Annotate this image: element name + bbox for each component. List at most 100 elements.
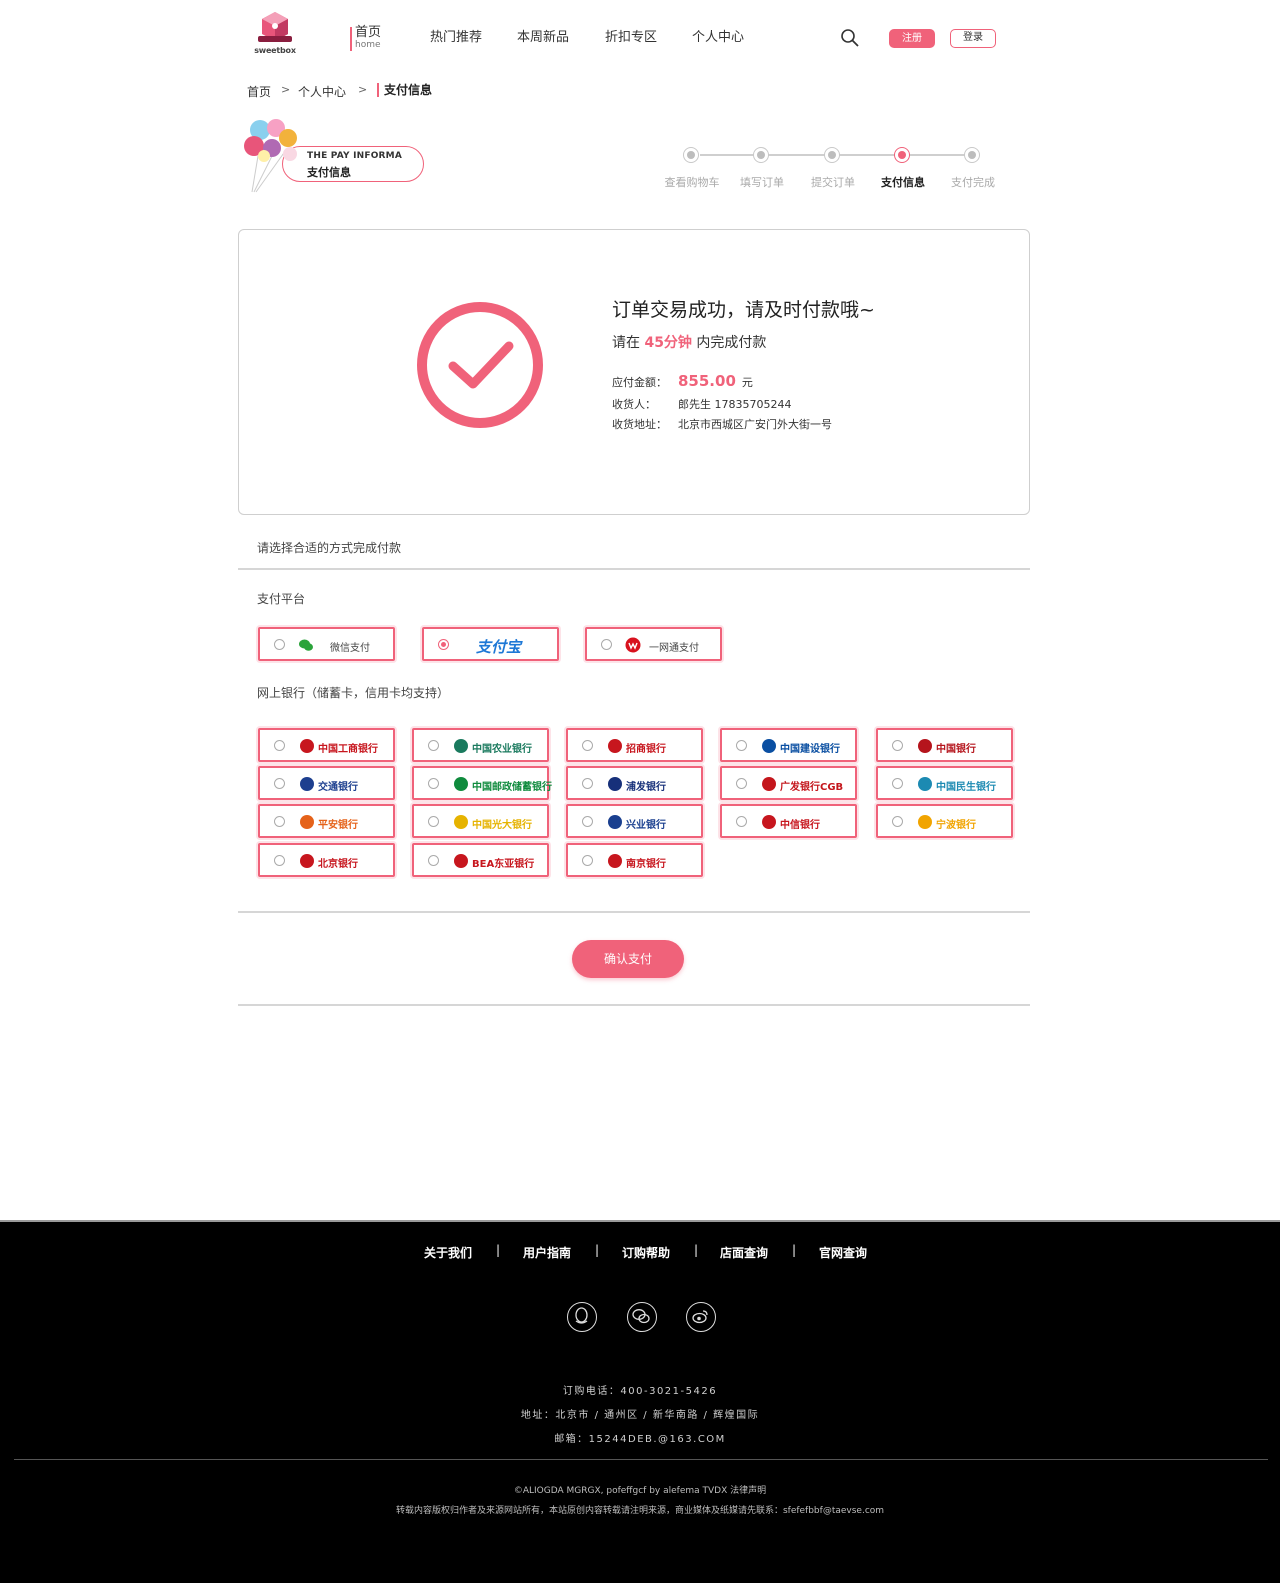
bank-option[interactable]: 中国邮政储蓄银行 [412,766,552,800]
bank-option[interactable]: 宁波银行 [876,804,1013,838]
bank-option[interactable]: 中国光大银行 [412,804,549,838]
yiwangtong-icon [625,637,641,653]
radio[interactable] [428,778,439,789]
bank-option[interactable]: 浦发银行 [566,766,703,800]
bank-logo-icon [300,777,314,791]
radio[interactable] [582,855,593,866]
breadcrumb-separator: > [358,83,368,96]
weibo-icon[interactable] [686,1302,716,1332]
radio[interactable] [428,816,439,827]
bank-label: 兴业银行 [626,820,666,831]
bank-label: 中国建设银行 [780,744,840,755]
footer-divider [14,1459,1268,1460]
radio[interactable] [274,740,285,751]
breadcrumb-home[interactable]: 首页 [247,83,271,100]
breadcrumb-user-center[interactable]: 个人中心 [298,83,346,100]
nav-discount[interactable]: 折扣专区 [605,26,657,45]
nav-hot[interactable]: 热门推荐 [430,26,482,45]
search-icon[interactable] [840,28,860,48]
wechat-icon[interactable] [627,1302,657,1332]
bank-option[interactable]: 中国银行 [876,728,1013,762]
bank-option[interactable]: 中信银行 [720,804,857,838]
sweetbox-logo[interactable]: sweetbox [248,10,302,60]
deadline-prefix: 请在 [612,335,640,351]
radio[interactable] [736,816,747,827]
nav-new[interactable]: 本周新品 [517,26,569,45]
nav-home[interactable]: 首页 home [350,26,381,51]
radio[interactable] [274,778,285,789]
radio[interactable] [428,855,439,866]
divider [238,1004,1030,1006]
radio[interactable] [736,740,747,751]
bank-title: 网上银行（储蓄卡，信用卡均支持） [257,686,450,700]
footer-link-guide[interactable]: 用户指南 [523,1244,571,1261]
radio[interactable] [274,855,285,866]
bank-logo-icon [608,815,622,829]
pay-option-yiwangtong[interactable]: 一网通支付 [585,627,722,661]
radio[interactable] [428,740,439,751]
bank-option[interactable]: 兴业银行 [566,804,703,838]
step-dot-submit-order [824,147,840,163]
bank-option[interactable]: 广发银行CGB [720,766,857,800]
bank-label: 中国工商银行 [318,744,378,755]
radio[interactable] [892,816,903,827]
bank-option[interactable]: 平安银行 [258,804,395,838]
radio[interactable] [892,740,903,751]
pay-option-label: 微信支付 [330,643,370,654]
bank-option[interactable]: 中国工商银行 [258,728,395,762]
bank-option[interactable]: 中国民生银行 [876,766,1013,800]
bank-logo-icon [608,854,622,868]
bank-label: 浦发银行 [626,782,666,793]
radio[interactable] [582,816,593,827]
address-label: 收货地址： [612,418,667,431]
radio-selected[interactable] [438,639,449,650]
nav-user-center[interactable]: 个人中心 [692,26,744,45]
step-dot-pay-done [964,147,980,163]
deadline-suffix: 内完成付款 [696,335,767,351]
radio[interactable] [601,639,612,650]
bank-option[interactable]: 招商银行 [566,728,703,762]
radio[interactable] [582,778,593,789]
address-row: 收货地址： 北京市西城区广安门外大街一号 [612,416,832,432]
radio[interactable] [274,639,285,650]
payment-section-title: 请选择合适的方式完成付款 [257,541,402,555]
bank-option[interactable]: 中国建设银行 [720,728,857,762]
radio[interactable] [582,740,593,751]
pay-option-wechat[interactable]: 微信支付 [258,627,395,661]
bank-logo-icon [454,739,468,753]
banner-title-en: THE PAY INFORMA [307,151,403,161]
footer-link-official[interactable]: 官网查询 [819,1244,867,1261]
qq-icon[interactable] [567,1302,597,1332]
login-button[interactable]: 登录 [950,29,996,48]
footer-link-about[interactable]: 关于我们 [424,1244,472,1261]
radio[interactable] [274,816,285,827]
footer-link-help[interactable]: 订购帮助 [622,1244,670,1261]
radio[interactable] [892,778,903,789]
breadcrumb-current: 支付信息 [377,83,432,97]
bank-label: 中国民生银行 [936,782,996,793]
divider [238,911,1030,913]
bank-label: 宁波银行 [936,820,976,831]
alipay-logo: 支付宝 [476,638,522,656]
step-label-pay-done: 支付完成 [951,176,995,189]
pay-option-alipay[interactable]: 支付宝 [422,627,559,661]
amount-label: 应付金额： [612,376,667,389]
bank-option[interactable]: 中国农业银行 [412,728,549,762]
bank-option[interactable]: 交通银行 [258,766,395,800]
bank-logo-icon [918,739,932,753]
footer-link-stores[interactable]: 店面查询 [720,1244,768,1261]
bank-label: 交通银行 [318,782,358,793]
register-button[interactable]: 注册 [889,29,935,48]
bank-option[interactable]: 南京银行 [566,843,703,877]
amount-value: 855.00 [678,372,736,390]
logo-text: sweetbox [254,46,296,55]
address-value: 北京市西城区广安门外大街一号 [678,418,832,431]
pay-option-label: 一网通支付 [649,643,699,654]
confirm-pay-button[interactable]: 确认支付 [572,940,684,978]
step-dot-cart [683,147,699,163]
bank-option[interactable]: BEA东亚银行 [412,843,549,877]
bank-option[interactable]: 北京银行 [258,843,395,877]
bank-label: 中国农业银行 [472,744,532,755]
radio[interactable] [736,778,747,789]
receiver-row: 收货人： 郎先生 17835705244 [612,396,791,412]
